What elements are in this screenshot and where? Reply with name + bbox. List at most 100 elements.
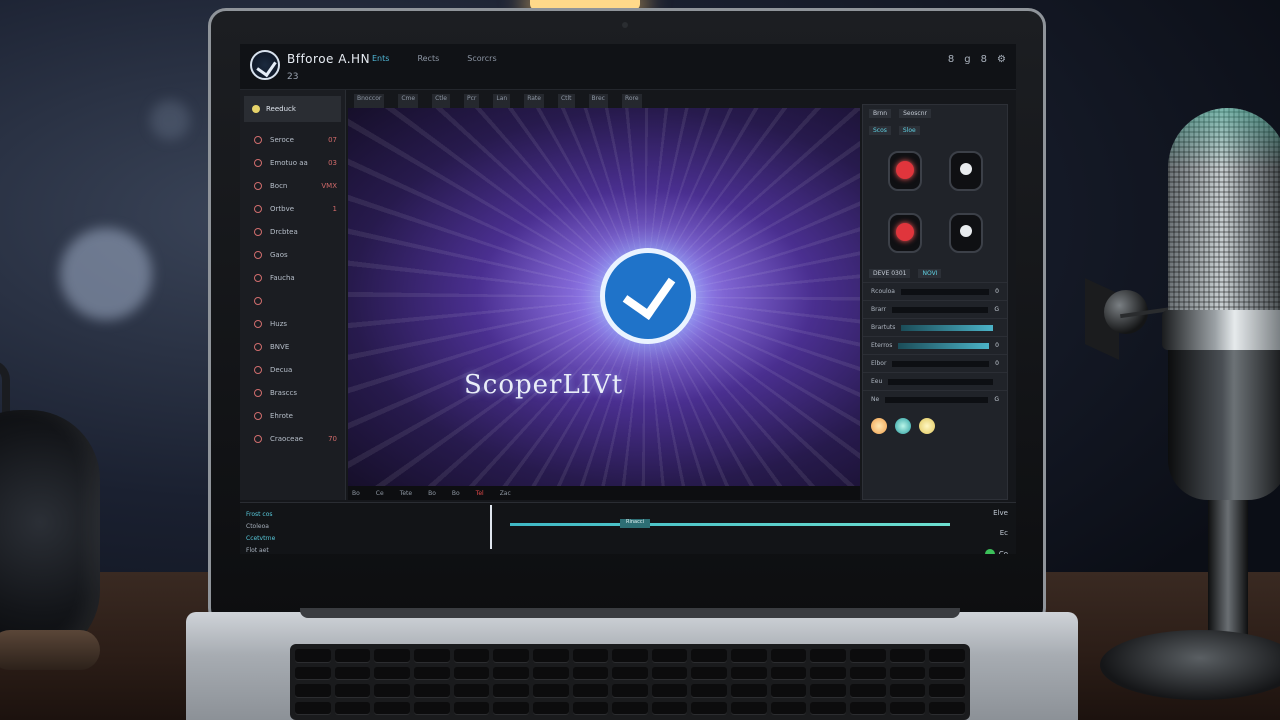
effect-tile[interactable] <box>877 205 932 261</box>
effect-setting-slider[interactable] <box>888 378 993 385</box>
toolbar-button[interactable]: Rore <box>621 94 642 108</box>
playhead[interactable] <box>490 505 492 549</box>
laptop-hinge <box>300 608 960 618</box>
mic-body <box>1168 350 1280 500</box>
sidebar-item-label: Bocn <box>270 181 288 190</box>
timeline-clip[interactable]: Rinacci <box>620 519 650 528</box>
sidebar-item[interactable]: Seroce 07 <box>240 128 345 151</box>
toolbar-button[interactable]: Ctle <box>432 94 450 108</box>
effect-setting-label: Brarr <box>871 306 887 313</box>
sidebar-item[interactable]: Craoceae 70 <box>240 427 345 450</box>
effect-setting-label: Ne <box>871 396 880 403</box>
effect-setting-row[interactable]: Ne G <box>863 390 1007 408</box>
tab-sources[interactable]: Seoscnr <box>899 109 931 118</box>
effect-setting-row[interactable]: Eeu <box>863 372 1007 390</box>
sidebar-header-label: Reeduck <box>266 105 296 113</box>
toolbar-button[interactable]: Lan <box>493 94 511 108</box>
effect-setting-row[interactable]: Rcouloa 0 <box>863 282 1007 300</box>
effect-setting-slider[interactable] <box>900 288 990 295</box>
keyboard-key <box>810 666 847 680</box>
preview-control[interactable]: Bo <box>452 490 460 497</box>
sidebar-header[interactable]: Reeduck <box>244 96 341 122</box>
effect-setting-row[interactable]: Brartuts <box>863 318 1007 336</box>
keyboard-key <box>612 684 648 698</box>
bokeh-light <box>60 228 152 320</box>
toolbar-button[interactable]: Ctlt <box>557 94 575 108</box>
tab-effects[interactable]: Brnn <box>869 109 892 118</box>
audio-track[interactable] <box>510 523 950 526</box>
toolbar-button[interactable]: Bnoccor <box>354 94 385 108</box>
effect-setting-row[interactable]: Brarr G <box>863 300 1007 318</box>
effect-tile[interactable] <box>938 143 993 199</box>
sidebar-item-icon <box>254 388 262 397</box>
settings-icon[interactable]: ⚙ <box>997 54 1006 65</box>
keyboard-key <box>889 701 926 715</box>
record-button[interactable]: Co <box>984 549 1008 554</box>
keyboard-key <box>493 666 529 680</box>
sidebar-item[interactable]: Drcbtea <box>240 220 345 243</box>
toolbar-button[interactable]: Rate <box>524 94 544 108</box>
sidebar-item[interactable]: Ehrote <box>240 404 345 427</box>
preview-control[interactable]: Bo <box>352 490 360 497</box>
timeline-track-label[interactable]: Ctoleoa <box>246 521 346 533</box>
timeline-control[interactable]: Elve <box>993 509 1008 517</box>
sidebar-item[interactable]: Emotuo aa 03 <box>240 151 345 174</box>
preview-control[interactable]: Tete <box>400 490 412 497</box>
keyboard-key <box>850 649 886 663</box>
timeline-track-label[interactable]: Frost cos <box>246 509 346 521</box>
window-control-button[interactable]: 8 <box>981 54 987 65</box>
titlebar: Bfforoe A.HN 23 Ents Rects Scorcrs 8 g 8… <box>240 44 1016 90</box>
subtab[interactable]: Sloe <box>898 126 920 135</box>
swatch-teal[interactable] <box>895 418 911 434</box>
sidebar-item[interactable]: Brasccs <box>240 381 345 404</box>
effect-setting-slider[interactable] <box>901 324 993 331</box>
effect-setting-slider[interactable] <box>898 342 990 349</box>
video-preview[interactable]: ScoperLIVt <box>348 108 860 486</box>
keyboard-key <box>532 666 569 680</box>
sidebar-item[interactable]: Faucha <box>240 266 345 289</box>
swatch-orange[interactable] <box>871 418 887 434</box>
effect-setting-slider[interactable] <box>892 306 989 313</box>
effect-setting-slider[interactable] <box>885 396 989 403</box>
menu-item[interactable]: Ents <box>372 54 389 63</box>
keyboard-key <box>929 684 965 698</box>
keyboard-key <box>295 666 331 680</box>
keyboard-key <box>810 649 847 663</box>
toolbar-button[interactable]: Cme <box>398 94 419 108</box>
effect-setting-value: 0 <box>995 360 999 367</box>
sidebar-item[interactable]: Gaos <box>240 243 345 266</box>
toolbar-button[interactable]: Brec <box>588 94 608 108</box>
menu-item[interactable]: Rects <box>417 54 439 63</box>
sidebar-item[interactable]: Bocn VMX <box>240 174 345 197</box>
sidebar-item-count: 07 <box>328 135 337 144</box>
effect-setting-row[interactable]: Eterros 0 <box>863 336 1007 354</box>
effect-tile[interactable] <box>877 143 932 199</box>
effect-setting-slider[interactable] <box>892 360 990 367</box>
sidebar-item[interactable]: Ortbve 1 <box>240 197 345 220</box>
preview-control[interactable]: Tel <box>476 490 484 497</box>
effect-tile[interactable] <box>938 205 993 261</box>
sidebar-item[interactable]: Huzs <box>240 312 345 335</box>
preview-control[interactable]: Bo <box>428 490 436 497</box>
timeline-control[interactable]: Ec <box>1000 529 1008 537</box>
top-menu: Ents Rects Scorcrs <box>372 54 497 63</box>
webcam <box>622 22 628 28</box>
effect-setting-row[interactable]: Elbor 0 <box>863 354 1007 372</box>
menu-item[interactable]: Scorcrs <box>467 54 496 63</box>
app-window: Bfforoe A.HN 23 Ents Rects Scorcrs 8 g 8… <box>240 44 1016 554</box>
window-control-button[interactable]: 8 <box>948 54 954 65</box>
sidebar-item[interactable]: Decua <box>240 358 345 381</box>
preview-control[interactable]: Ce <box>376 490 384 497</box>
sidebar-list: Seroce 07 Emotuo aa 03 Bocn VMX Ortbve 1 Drcbtea… <box>240 128 345 450</box>
timeline-track-label[interactable]: Ccetvtrne <box>246 533 346 545</box>
keyboard-key <box>691 701 728 715</box>
sidebar-item[interactable] <box>240 289 345 312</box>
preview-control[interactable]: Zac <box>500 490 511 497</box>
color-swatches <box>863 408 1007 444</box>
window-control-button[interactable]: g <box>964 54 970 65</box>
toolbar-button[interactable]: Pcr <box>463 94 480 108</box>
swatch-yellow[interactable] <box>919 418 935 434</box>
timeline-track-label[interactable]: Flot aet <box>246 545 346 554</box>
sidebar-item[interactable]: BNVE <box>240 335 345 358</box>
subtab[interactable]: Scos <box>869 126 891 135</box>
